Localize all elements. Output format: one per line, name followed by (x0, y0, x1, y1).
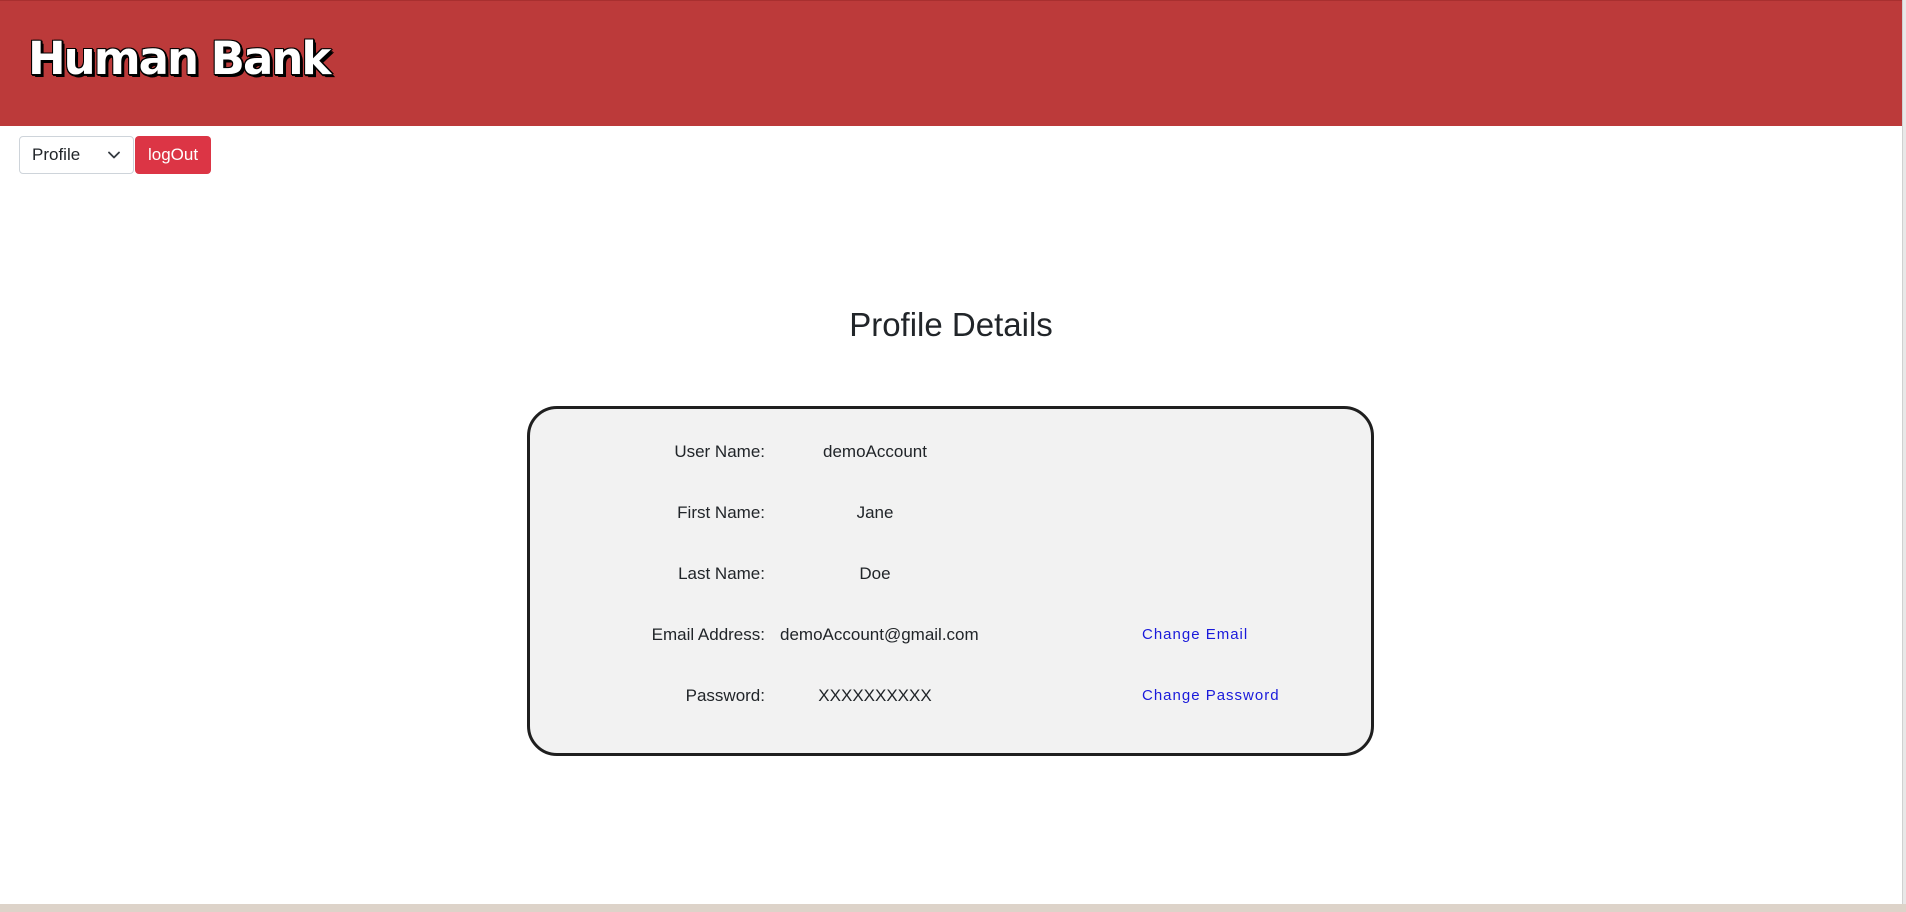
window-scrollbar[interactable] (1902, 0, 1906, 904)
first-name-value: Jane (856, 503, 894, 522)
chevron-down-icon (107, 148, 121, 162)
change-email-link[interactable]: Change Email (1142, 626, 1248, 643)
page-title: Profile Details (849, 306, 1053, 343)
logout-button[interactable]: logOut (135, 136, 212, 174)
password-label: Password: (685, 686, 765, 705)
user-name-value: demoAccount (823, 442, 927, 461)
email-row: Email Address: demoAccount@gmail.com Cha… (530, 625, 1371, 649)
page-select[interactable]: Profile (19, 136, 134, 174)
email-label: Email Address: (651, 625, 765, 644)
password-value: XXXXXXXXXX (818, 686, 932, 705)
last-name-row: Last Name: Doe (530, 564, 1371, 588)
nav-row: Profile logOut (19, 136, 212, 174)
first-name-row: First Name: Jane (530, 503, 1371, 527)
user-name-row: User Name: demoAccount (530, 442, 1371, 466)
page: Human Bank Profile logOut Profile Detail… (0, 0, 1906, 912)
last-name-value: Doe (859, 564, 891, 583)
header-bar: Human Bank (0, 0, 1902, 126)
user-name-label: User Name: (674, 442, 765, 461)
first-name-label: First Name: (677, 503, 765, 522)
profile-details-card: User Name: demoAccount First Name: Jane … (527, 406, 1374, 756)
change-password-link[interactable]: Change Password (1142, 687, 1280, 704)
email-value: demoAccount@gmail.com (780, 625, 979, 644)
last-name-label: Last Name: (678, 564, 765, 583)
brand-logo[interactable]: Human Bank (28, 29, 331, 89)
bottom-edge (0, 904, 1906, 912)
password-row: Password: XXXXXXXXXX Change Password (530, 686, 1371, 710)
page-select-value: Profile (32, 145, 81, 164)
